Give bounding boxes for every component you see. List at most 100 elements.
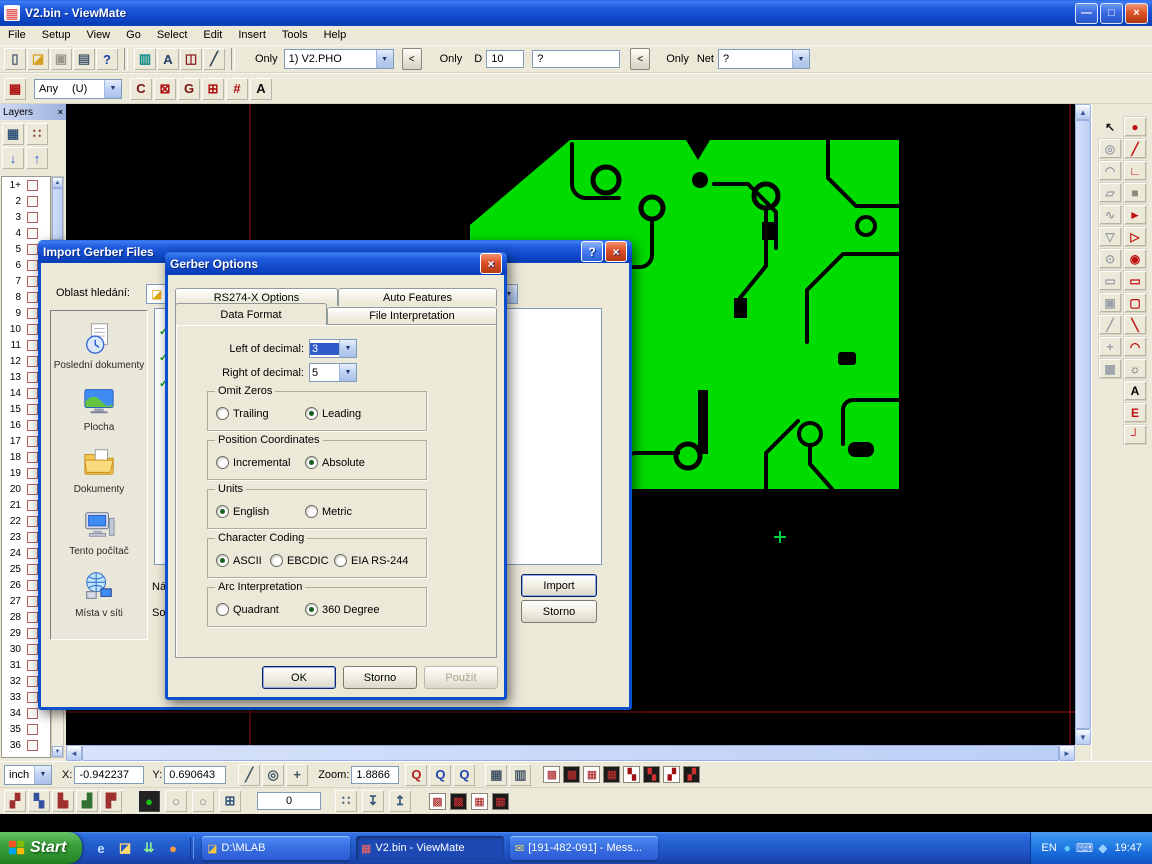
zoom-point-icon[interactable]: Q: [405, 764, 427, 786]
swap-icon[interactable]: ▛: [100, 790, 122, 812]
radio-leading[interactable]: Leading: [305, 407, 361, 420]
layer-color-swatch[interactable]: [27, 228, 38, 239]
vscroll-thumb[interactable]: [1075, 120, 1091, 729]
layer-color-swatch[interactable]: [27, 212, 38, 223]
prev-layer-button[interactable]: <: [402, 48, 422, 70]
radio-eia-rs-244[interactable]: EIA RS-244: [334, 554, 408, 567]
any-filter-combo[interactable]: Any(U) ▼: [34, 79, 122, 99]
layer-color-swatch[interactable]: [27, 260, 38, 271]
menu-help[interactable]: Help: [316, 26, 355, 45]
print-icon[interactable]: ▤: [73, 48, 95, 70]
ie-icon[interactable]: e: [92, 839, 110, 857]
filter-text-button[interactable]: A: [250, 78, 272, 100]
radio-incremental[interactable]: Incremental: [216, 456, 305, 469]
layer-color-swatch[interactable]: [27, 452, 38, 463]
dcode-table-icon[interactable]: ▥: [134, 48, 156, 70]
film-pattern-icon-8[interactable]: ▞: [683, 766, 700, 783]
task-message[interactable]: ✉[191-482-091] - Mess...: [510, 836, 658, 860]
table-icon[interactable]: ⊞: [219, 790, 241, 812]
gerber-cancel-button[interactable]: Storno: [343, 666, 417, 689]
net-combo-arrow-icon[interactable]: ▼: [792, 50, 809, 68]
grid-toggle-icon[interactable]: ▦: [485, 764, 507, 786]
layer-color-swatch[interactable]: [27, 516, 38, 527]
layer-color-swatch[interactable]: [27, 276, 38, 287]
net-combo[interactable]: ? ▼: [718, 49, 810, 69]
menu-edit[interactable]: Edit: [195, 26, 230, 45]
task-mlab[interactable]: ◪D:\MLAB: [202, 836, 350, 860]
layer-combo-arrow-icon[interactable]: ▼: [376, 50, 393, 68]
start-button[interactable]: Start: [0, 832, 82, 864]
arc-tool-icon[interactable]: ◠: [1123, 336, 1147, 357]
dcode-filter-field[interactable]: ?: [532, 50, 620, 68]
import-cancel-button[interactable]: Storno: [521, 600, 597, 623]
layer-table-icon[interactable]: ▦: [2, 123, 24, 145]
menu-tools[interactable]: Tools: [274, 26, 316, 45]
layer-color-swatch[interactable]: [27, 436, 38, 447]
units-combo[interactable]: inch ▼: [4, 765, 52, 785]
layer-color-swatch[interactable]: [27, 324, 38, 335]
canvas-hscroll[interactable]: ◄ ►: [66, 745, 1075, 761]
right-of-decimal-combo[interactable]: 5 ▼: [309, 363, 357, 382]
antivirus-tray-icon[interactable]: ◆: [1098, 841, 1107, 855]
canvas-vscroll[interactable]: ▲ ▼: [1075, 104, 1091, 745]
place-my-computer[interactable]: Tento počítač: [51, 501, 147, 563]
pointer-tool-icon[interactable]: ↖: [1098, 116, 1122, 137]
import-button[interactable]: Import: [521, 574, 597, 597]
filter-c-button[interactable]: C: [130, 78, 152, 100]
tab-auto-features[interactable]: Auto Features: [338, 288, 497, 306]
layer-color-swatch[interactable]: [27, 308, 38, 319]
step-value-field[interactable]: 0: [257, 792, 321, 810]
messenger-tray-icon[interactable]: ●: [1064, 841, 1071, 855]
layer-color-swatch[interactable]: [27, 612, 38, 623]
layer-row-3[interactable]: 3: [2, 209, 50, 225]
radio-360-degree[interactable]: 360 Degree: [305, 603, 380, 616]
layer-combo[interactable]: 1) V2.PHO ▼: [284, 49, 394, 69]
gerber-dialog-titlebar[interactable]: Gerber Options ×: [165, 252, 507, 275]
units-combo-arrow-icon[interactable]: ▼: [34, 766, 51, 784]
layer-row-1[interactable]: 1+: [2, 177, 50, 193]
place-recent-documents[interactable]: Poslední dokumenty: [51, 315, 147, 377]
minimize-button[interactable]: —: [1075, 3, 1098, 24]
layer-row-36[interactable]: 36: [2, 737, 50, 753]
segment-tool-icon[interactable]: ╲: [1123, 314, 1147, 335]
task-viewmate[interactable]: ▦V2.bin - ViewMate: [356, 836, 504, 860]
save-icon[interactable]: ▣: [50, 48, 72, 70]
zoom-window-icon[interactable]: Q: [429, 764, 451, 786]
layer-color-swatch[interactable]: [27, 404, 38, 415]
maximize-button[interactable]: □: [1100, 3, 1123, 24]
traffic-light-icon[interactable]: ●: [138, 790, 160, 812]
place-network-places[interactable]: Místa v síti: [51, 563, 147, 625]
menu-select[interactable]: Select: [149, 26, 196, 45]
layer-color-swatch[interactable]: [27, 580, 38, 591]
dot-grid-icon[interactable]: ∷: [335, 790, 357, 812]
layer-color-swatch[interactable]: [27, 468, 38, 479]
new-file-icon[interactable]: ▯: [4, 48, 26, 70]
layers-panel-close-icon[interactable]: ×: [58, 107, 63, 117]
triangle-gray-tool-icon[interactable]: ▽: [1098, 226, 1122, 247]
zoom-out-icon[interactable]: Q: [453, 764, 475, 786]
layer-scroll-down-icon[interactable]: ▼: [52, 746, 63, 757]
parallelogram-tool-icon[interactable]: ▱: [1098, 182, 1122, 203]
browser-icon[interactable]: ●: [164, 839, 182, 857]
rectangle-tool-icon[interactable]: ▭: [1123, 270, 1147, 291]
layer-color-swatch[interactable]: [27, 740, 38, 751]
aperture-info-icon[interactable]: A: [157, 48, 179, 70]
download-arrows-icon[interactable]: ⇊: [140, 839, 158, 857]
layer-color-swatch[interactable]: [27, 180, 38, 191]
layer-color-swatch[interactable]: [27, 564, 38, 575]
grid-style-icon[interactable]: ▥: [509, 764, 531, 786]
layer-color-swatch[interactable]: [27, 724, 38, 735]
layer-color-swatch[interactable]: [27, 196, 38, 207]
layer-color-swatch[interactable]: [27, 372, 38, 383]
measure-line-icon[interactable]: ╱: [203, 48, 225, 70]
menu-view[interactable]: View: [78, 26, 118, 45]
layer-color-swatch[interactable]: [27, 548, 38, 559]
dcode-value-field[interactable]: 10: [486, 50, 524, 68]
layer-move-down-icon[interactable]: ↓: [2, 147, 24, 169]
hscroll-thumb[interactable]: [82, 745, 1059, 761]
layers-panel-header[interactable]: Layers ×: [0, 104, 66, 120]
view-pattern-icon-1[interactable]: ▩: [429, 793, 446, 810]
right-decimal-arrow-icon[interactable]: ▼: [339, 364, 356, 381]
line-info-icon[interactable]: ╱: [238, 764, 260, 786]
left-decimal-arrow-icon[interactable]: ▼: [339, 340, 356, 357]
